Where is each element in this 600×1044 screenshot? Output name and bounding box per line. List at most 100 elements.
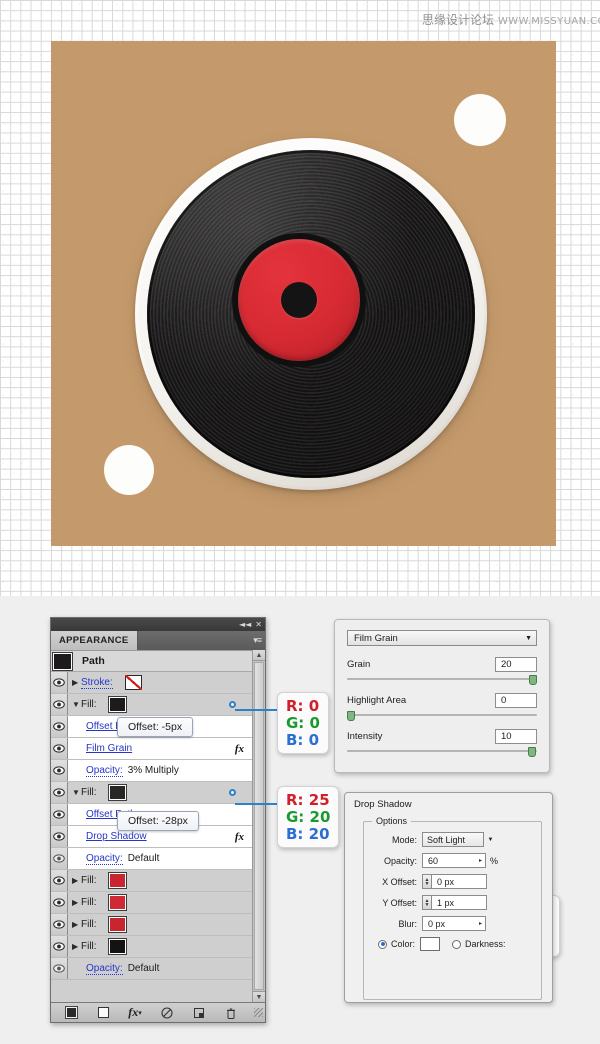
field-intensity-input[interactable]: 10	[495, 729, 537, 744]
appearance-row-fill-6[interactable]: ▶ Fill:	[51, 936, 252, 958]
add-new-stroke-button[interactable]	[55, 1004, 87, 1022]
target-swatch[interactable]	[52, 651, 73, 671]
opacity-label[interactable]: Opacity:	[86, 853, 123, 865]
add-new-fill-button[interactable]	[87, 1004, 119, 1022]
field-grain-slider[interactable]	[347, 675, 538, 685]
fill-swatch[interactable]	[107, 916, 127, 933]
fill-swatch[interactable]	[107, 784, 127, 801]
visibility-eye-icon[interactable]	[51, 760, 68, 781]
visibility-eye-icon[interactable]	[51, 804, 68, 825]
opacity-label: Opacity:	[383, 855, 417, 866]
callout-anchor-dot	[229, 789, 236, 796]
fx-icon[interactable]: fx	[235, 831, 244, 843]
opacity-label[interactable]: Opacity:	[86, 963, 123, 975]
visibility-eye-icon[interactable]	[51, 738, 68, 759]
fill-swatch[interactable]	[107, 872, 127, 889]
row-content: ▶ Fill:	[68, 870, 252, 891]
appearance-row-fill-5[interactable]: ▶ Fill:	[51, 914, 252, 936]
slider-knob[interactable]	[529, 675, 538, 685]
appearance-row-stroke[interactable]: ▶ Stroke:	[51, 672, 252, 694]
visibility-eye-icon[interactable]	[51, 958, 68, 979]
collapse-icon[interactable]: ◄◄	[239, 620, 251, 629]
chevron-right-icon[interactable]: ▶	[72, 876, 81, 885]
scroll-up-arrow-icon[interactable]: ▲	[253, 650, 265, 661]
chevron-down-icon[interactable]: ▼	[72, 700, 81, 709]
scrollbar-thumb[interactable]	[254, 662, 264, 990]
x-offset-input[interactable]: 0 px	[431, 874, 487, 889]
opacity-slider-arrow-icon[interactable]: ▸	[479, 857, 482, 864]
fill-swatch[interactable]	[107, 894, 127, 911]
visibility-eye-icon[interactable]	[51, 716, 68, 737]
mode-select[interactable]: Soft Light	[422, 832, 484, 847]
callout-leader-2	[235, 803, 279, 805]
visibility-eye-icon[interactable]	[51, 672, 68, 693]
stroke-label[interactable]: Stroke:	[81, 677, 113, 689]
y-offset-stepper[interactable]: ▲ ▼	[422, 895, 431, 910]
opacity-label[interactable]: Opacity:	[86, 765, 123, 777]
y-offset-input[interactable]: 1 px	[431, 895, 487, 910]
panel-menu-icon[interactable]: ▾≡	[253, 635, 262, 646]
film-grain-effect-select[interactable]: Film Grain ▼	[347, 630, 537, 646]
field-intensity-slider[interactable]	[347, 747, 537, 757]
panel-titlebar[interactable]: ◄◄ ✕	[51, 618, 265, 631]
duplicate-item-button[interactable]	[183, 1004, 215, 1022]
chevron-down-icon[interactable]: ▼	[72, 788, 81, 797]
row-content: Film Grain fx	[68, 738, 252, 759]
appearance-row-opacity-2[interactable]: Opacity: Default	[51, 848, 252, 870]
chevron-down-icon[interactable]: ▼	[525, 635, 532, 642]
appearance-row-film-grain[interactable]: Film Grain fx	[51, 738, 252, 760]
slider-knob[interactable]	[347, 711, 355, 721]
fill-swatch[interactable]	[107, 938, 127, 955]
appearance-row-fill-2[interactable]: ▼ Fill:	[51, 782, 252, 804]
clear-appearance-button[interactable]	[151, 1004, 183, 1022]
visibility-eye-icon[interactable]	[51, 936, 68, 957]
chevron-down-icon[interactable]: ▼	[484, 832, 497, 847]
field-grain-input[interactable]: 20	[495, 657, 537, 672]
visibility-eye-icon[interactable]	[51, 694, 68, 715]
drop-shadow-label[interactable]: Drop Shadow	[86, 831, 147, 842]
chevron-right-icon[interactable]: ▶	[72, 942, 81, 951]
appearance-row-opacity-3[interactable]: Opacity: Default	[51, 958, 252, 980]
color-radio[interactable]	[378, 939, 387, 949]
slider-knob[interactable]	[527, 747, 536, 757]
visibility-eye-icon[interactable]	[51, 826, 68, 847]
scroll-down-arrow-icon[interactable]: ▼	[253, 991, 265, 1002]
chevron-right-icon[interactable]: ▶	[72, 920, 81, 929]
row-content: ▶ Fill:	[68, 892, 252, 913]
visibility-eye-icon[interactable]	[51, 892, 68, 913]
stroke-none-swatch[interactable]	[124, 675, 142, 690]
opacity-input[interactable]: 60 ▸	[422, 853, 486, 868]
watermark: 思缘设计论坛WWW.MISSYUAN.COM	[422, 11, 600, 28]
visibility-eye-icon[interactable]	[51, 782, 68, 803]
delete-item-button[interactable]	[215, 1004, 247, 1022]
chevron-right-icon[interactable]: ▶	[72, 678, 81, 687]
darkness-radio[interactable]	[452, 939, 462, 949]
film-grain-label[interactable]: Film Grain	[86, 743, 132, 754]
visibility-eye-icon[interactable]	[51, 914, 68, 935]
panel-resize-grip[interactable]	[254, 1008, 263, 1017]
panel-tab-bar: APPEARANCE ▾≡	[51, 631, 265, 650]
field-highlight-area-label: Highlight Area	[347, 695, 407, 706]
tab-appearance[interactable]: APPEARANCE	[51, 631, 138, 650]
field-highlight-area-slider[interactable]	[347, 711, 537, 721]
appearance-row-fill-1[interactable]: ▼ Fill:	[51, 694, 252, 716]
visibility-eye-icon[interactable]	[51, 848, 68, 869]
field-highlight-area-input[interactable]: 0	[495, 693, 537, 708]
row-content: ▼ Fill:	[68, 694, 252, 715]
blur-slider-arrow-icon[interactable]: ▸	[479, 920, 482, 927]
x-offset-stepper[interactable]: ▲ ▼	[422, 874, 431, 889]
panel-scrollbar[interactable]: ▲ ▼	[252, 650, 265, 1002]
fx-icon[interactable]: fx	[235, 743, 244, 755]
blur-input[interactable]: 0 px ▸	[422, 916, 486, 931]
add-new-effect-button[interactable]: fx ▾	[119, 1004, 151, 1022]
chevron-right-icon[interactable]: ▶	[72, 898, 81, 907]
appearance-row-fill-4[interactable]: ▶ Fill:	[51, 892, 252, 914]
visibility-eye-icon[interactable]	[51, 870, 68, 891]
close-icon[interactable]: ✕	[255, 620, 262, 629]
drop-shadow-dialog: Drop Shadow Options Mode: Soft Light ▼ O…	[344, 792, 553, 1003]
appearance-row-fill-3[interactable]: ▶ Fill:	[51, 870, 252, 892]
color-swatch[interactable]	[420, 937, 441, 951]
slider-track	[347, 750, 537, 752]
appearance-row-opacity-1[interactable]: Opacity: 3% Multiply	[51, 760, 252, 782]
fill-swatch[interactable]	[107, 696, 127, 713]
